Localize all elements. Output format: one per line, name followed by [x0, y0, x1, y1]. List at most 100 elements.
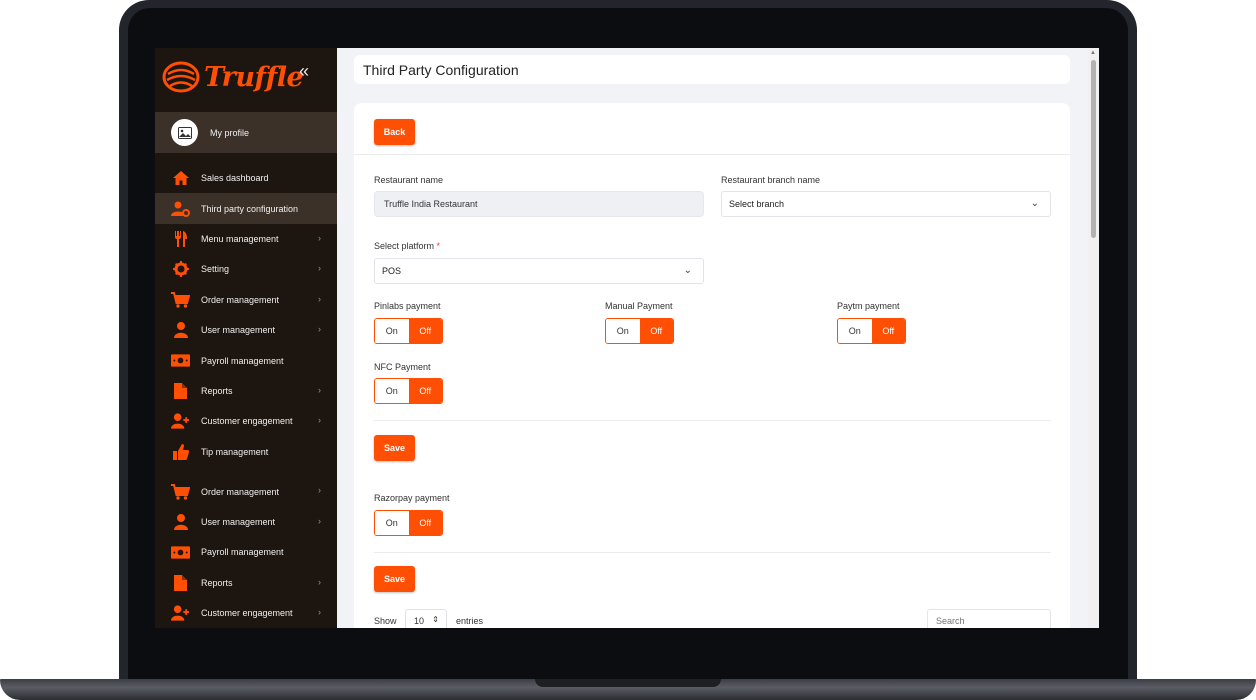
- scrollbar[interactable]: ▲: [1088, 48, 1099, 628]
- entries-select-value: 10: [414, 616, 425, 626]
- sidebar-item-third-party-configuration[interactable]: Third party configuration: [155, 193, 337, 224]
- sidebar-item-label: Payroll management: [201, 547, 284, 558]
- sidebar-item-label: Third party configuration: [201, 203, 299, 214]
- pinlabs-payment-toggle[interactable]: On Off: [374, 318, 443, 344]
- chevron-right-icon: ›: [318, 232, 321, 243]
- chevron-down-icon: ⌄: [683, 265, 692, 276]
- scrollbar-thumb[interactable]: [1091, 60, 1096, 238]
- collapse-sidebar-icon[interactable]: «: [299, 61, 309, 82]
- sidebar-item-setting[interactable]: Setting ›: [155, 254, 337, 284]
- home-icon: [171, 169, 190, 188]
- money-icon: [171, 543, 190, 562]
- sidebar-item-tip-management[interactable]: Tip management: [155, 437, 337, 467]
- nav-separator: [155, 467, 337, 477]
- razorpay-payment-toggle[interactable]: On Off: [374, 510, 443, 536]
- brand-logo[interactable]: Truffle: [162, 58, 304, 96]
- page-title: Third Party Configuration: [363, 61, 519, 78]
- scroll-up-icon[interactable]: ▲: [1090, 50, 1096, 56]
- toggle-off-option[interactable]: Off: [871, 319, 905, 343]
- sidebar-item-label: Order management: [201, 294, 280, 305]
- paytm-payment-label: Paytm payment: [837, 301, 900, 311]
- user-icon: [171, 512, 190, 531]
- toggle-off-option[interactable]: Off: [408, 511, 442, 535]
- avatar: [171, 119, 198, 146]
- toggle-on-option[interactable]: On: [375, 379, 409, 403]
- sidebar-item-user-management[interactable]: User management ›: [155, 507, 337, 537]
- sidebar-item-reports[interactable]: Reports ›: [155, 376, 337, 406]
- sidebar-item-label: Tip management: [201, 446, 269, 457]
- chevron-right-icon: ›: [318, 515, 321, 526]
- main-content: Third Party Configuration Back Restauran…: [337, 48, 1099, 628]
- sidebar-item-payroll-management[interactable]: Payroll management: [155, 537, 337, 567]
- toggle-on-option[interactable]: On: [375, 511, 409, 535]
- sidebar-item-label: Customer engagement: [201, 608, 293, 619]
- toggle-on-option[interactable]: On: [838, 319, 872, 343]
- utensils-icon: [171, 229, 190, 248]
- sidebar-item-label: Payroll management: [201, 355, 284, 366]
- chevron-right-icon: ›: [318, 263, 321, 274]
- chevron-right-icon: ›: [318, 606, 321, 617]
- truffle-logo-icon: [162, 61, 200, 93]
- sidebar-item-order-management[interactable]: Order management ›: [155, 476, 337, 506]
- divider: [354, 154, 1070, 155]
- save-button[interactable]: Save: [374, 435, 415, 461]
- branch-select-value: Select branch: [729, 199, 785, 209]
- paytm-payment-toggle[interactable]: On Off: [837, 318, 906, 344]
- sidebar-item-label: Order management: [201, 486, 280, 497]
- show-label: Show: [374, 616, 397, 626]
- chevron-down-icon: ⌄: [1030, 198, 1039, 209]
- toggle-off-option[interactable]: Off: [639, 319, 673, 343]
- manual-payment-label: Manual Payment: [605, 301, 673, 311]
- sidebar: Truffle « My profile Sales dashboard Thi…: [155, 48, 337, 628]
- save-razorpay-button[interactable]: Save: [374, 566, 415, 592]
- restaurant-name-field[interactable]: [374, 191, 704, 217]
- platform-select-value: POS: [382, 266, 402, 276]
- brand-name: Truffle: [204, 61, 304, 93]
- sidebar-item-menu-management[interactable]: Menu management ›: [155, 224, 337, 254]
- sidebar-item-reports[interactable]: Reports ›: [155, 568, 337, 598]
- sidebar-item-customer-engagement[interactable]: Customer engagement ›: [155, 406, 337, 436]
- sidebar-item-label: Menu management: [201, 233, 279, 244]
- manual-payment-toggle[interactable]: On Off: [605, 318, 674, 344]
- toggle-on-option[interactable]: On: [375, 319, 409, 343]
- user-gear-icon: [171, 199, 190, 218]
- entries-select[interactable]: 10 ⇕: [405, 609, 447, 628]
- image-placeholder-icon: [177, 126, 192, 139]
- nfc-payment-toggle[interactable]: On Off: [374, 378, 443, 404]
- sidebar-item-sales-dashboard[interactable]: Sales dashboard: [155, 163, 337, 193]
- back-button[interactable]: Back: [374, 119, 415, 145]
- sidebar-item-payroll-management[interactable]: Payroll management: [155, 345, 337, 375]
- entries-label: entries: [456, 616, 484, 626]
- user-plus-icon: [171, 412, 190, 431]
- restaurant-name-label: Restaurant name: [374, 175, 444, 185]
- file-icon: [171, 381, 190, 400]
- profile-row[interactable]: My profile: [155, 112, 337, 153]
- platform-label: Select platform *: [374, 241, 441, 251]
- search-input[interactable]: [927, 609, 1051, 628]
- sort-arrows-icon: ⇕: [432, 615, 439, 624]
- branch-select[interactable]: Select branch ⌄: [721, 191, 1051, 217]
- sidebar-item-order-management[interactable]: Order management ›: [155, 285, 337, 315]
- sidebar-item-label: User management: [201, 516, 276, 527]
- sidebar-item-label: Customer engagement: [201, 416, 293, 427]
- nfc-payment-label: NFC Payment: [374, 362, 431, 372]
- platform-select[interactable]: POS ⌄: [374, 258, 704, 284]
- sidebar-item-customer-engagement[interactable]: Customer engagement ›: [155, 598, 337, 628]
- user-icon: [171, 321, 190, 340]
- toggle-off-option[interactable]: Off: [408, 379, 442, 403]
- cart-icon: [171, 482, 190, 501]
- cart-icon: [171, 290, 190, 309]
- gear-icon: [171, 260, 190, 279]
- chevron-right-icon: ›: [318, 293, 321, 304]
- pinlabs-payment-label: Pinlabs payment: [374, 301, 441, 311]
- chevron-right-icon: ›: [318, 323, 321, 334]
- sidebar-item-label: Sales dashboard: [201, 173, 269, 184]
- toggle-off-option[interactable]: Off: [408, 319, 442, 343]
- user-plus-icon: [171, 604, 190, 623]
- sidebar-item-user-management[interactable]: User management ›: [155, 315, 337, 345]
- chevron-right-icon: ›: [318, 576, 321, 587]
- thumbs-up-icon: [171, 442, 190, 461]
- toggle-on-option[interactable]: On: [606, 319, 640, 343]
- config-card: Back Restaurant name Restaurant branch n…: [354, 103, 1070, 628]
- screen: Truffle « My profile Sales dashboard Thi…: [155, 48, 1099, 628]
